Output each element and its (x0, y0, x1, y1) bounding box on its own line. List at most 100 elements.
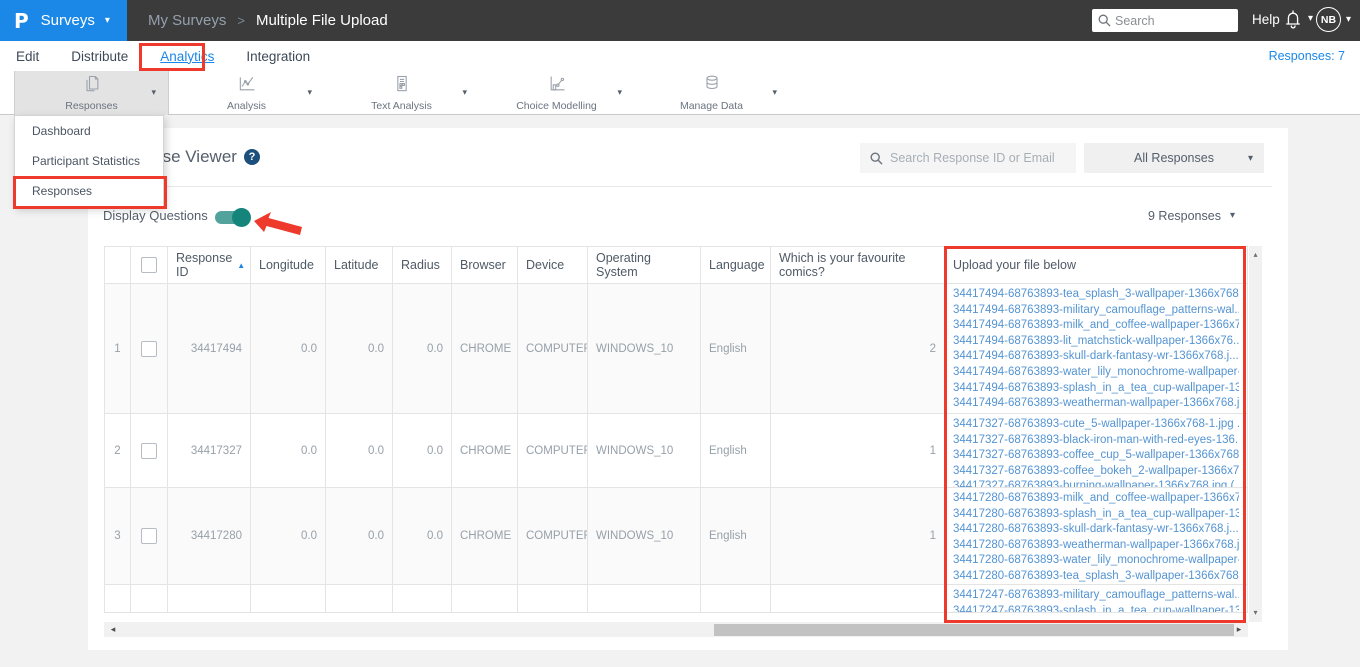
file-link[interactable]: 34417280-68763893-water_lily_monochrome-… (953, 554, 1239, 566)
file-link[interactable]: 34417327-68763893-coffee_cup_5-wallpaper… (953, 449, 1239, 461)
file-link[interactable]: 34417494-68763893-lit_matchstick-wallpap… (953, 335, 1239, 347)
column-header-checkbox[interactable] (131, 247, 168, 283)
chevron-down-icon[interactable] (307, 87, 312, 98)
file-list-item: 34417280-68763893-skull-dark-fantasy-wr-… (953, 522, 1239, 538)
chevron-down-icon (105, 16, 110, 26)
response-search-input[interactable] (890, 151, 1066, 165)
scroll-right-icon[interactable] (1232, 622, 1246, 637)
help-link[interactable]: Help (1252, 12, 1280, 27)
row-checkbox[interactable] (141, 528, 157, 544)
chevron-down-icon[interactable] (617, 87, 622, 98)
file-link[interactable]: 34417494-68763893-weatherman-wallpaper-1… (953, 397, 1239, 409)
horizontal-scrollbar[interactable] (104, 622, 1248, 637)
file-list-item: 34417280-68763893-water_lily_monochrome-… (953, 553, 1239, 569)
help-icon[interactable] (243, 149, 260, 165)
response-search (860, 143, 1076, 173)
file-link[interactable]: 34417494-68763893-splash_in_a_tea_cup-wa… (953, 382, 1239, 394)
file-link[interactable]: 34417247-68763893-military_camouflage_pa… (953, 589, 1239, 601)
nav-tab-integration[interactable]: Integration (246, 49, 310, 64)
toolbar-tab-manage-data[interactable]: Manage Data (634, 71, 789, 115)
column-header-label: Response ID (176, 251, 233, 279)
manage-data-icon (701, 74, 723, 99)
file-link[interactable]: 34417280-68763893-milk_and_coffee-wallpa… (953, 492, 1239, 504)
horizontal-scroll-thumb[interactable] (714, 623, 1234, 636)
toolbar-tab-label: Text Analysis (371, 100, 432, 112)
nav-tab-analytics[interactable]: Analytics (160, 49, 214, 64)
menu-item-dashboard[interactable]: Dashboard (15, 116, 163, 146)
breadcrumb: My Surveys Multiple File Upload (148, 0, 388, 41)
file-list-item: 34417494-68763893-lit_matchstick-wallpap… (953, 334, 1239, 350)
chevron-down-icon (1230, 211, 1235, 221)
cell-latitude: 0.0 (326, 284, 393, 413)
select-all-checkbox[interactable] (141, 257, 157, 273)
column-header-browser: Browser (452, 247, 518, 283)
file-link[interactable]: 34417327-68763893-cute_5-wallpaper-1366x… (953, 418, 1239, 430)
file-list-item: 34417327-68763893-coffee_bokeh_2-wallpap… (953, 464, 1239, 480)
chevron-down-icon[interactable] (772, 87, 777, 98)
toolbar-tab-analysis[interactable]: Analysis (169, 71, 324, 115)
row-checkbox[interactable] (141, 340, 157, 357)
cell-device (518, 585, 588, 612)
column-header-label: Operating System (596, 251, 651, 279)
file-link[interactable]: 34417494-68763893-military_camouflage_pa… (953, 304, 1239, 316)
toolbar-tab-choice-modelling[interactable]: Choice Modelling (479, 71, 634, 115)
file-link[interactable]: 34417280-68763893-skull-dark-fantasy-wr-… (953, 523, 1239, 535)
scroll-down-icon[interactable] (1249, 606, 1262, 620)
questionpro-logo-icon: P (14, 8, 29, 33)
file-link[interactable]: 34417494-68763893-tea_splash_3-wallpaper… (953, 288, 1239, 300)
cell-num: 1 (104, 284, 131, 413)
table-row: 3 34417280 0.0 0.0 0.0 CHROME COMPUTER WINDOWS_… (104, 488, 1248, 585)
survey-nav: Edit Distribute Analytics Integration Respo… (0, 41, 1360, 71)
column-header-comics: Which is your favourite comics? (771, 247, 945, 283)
toolbar-tab-text-analysis[interactable]: Text Analysis (324, 71, 479, 115)
column-header-label: Browser (460, 258, 506, 272)
file-list-item: 34417280-68763893-splash_in_a_tea_cup-wa… (953, 507, 1239, 523)
cell-num (104, 585, 131, 612)
questionpro-analytics-page: P Surveys My Surveys Multiple File Uploa… (0, 0, 1360, 667)
file-list-item: 34417247-68763893-splash_in_a_tea_cup-wa… (953, 604, 1239, 612)
nav-tab-distribute[interactable]: Distribute (71, 49, 128, 64)
file-link[interactable]: 34417280-68763893-splash_in_a_tea_cup-wa… (953, 508, 1239, 520)
account-menu[interactable]: NB (1316, 7, 1351, 32)
file-link[interactable]: 34417494-68763893-milk_and_coffee-wallpa… (953, 319, 1239, 331)
chevron-down-icon[interactable] (462, 87, 467, 98)
file-link[interactable]: 34417280-68763893-tea_splash_3-wallpaper… (953, 570, 1239, 582)
file-link[interactable]: 34417327-68763893-burning-wallpaper-1366… (953, 480, 1239, 487)
vertical-scrollbar[interactable] (1249, 246, 1262, 622)
responses-per-page-dropdown[interactable]: 9 Responses (1148, 209, 1235, 223)
responses-count[interactable]: Responses: 7 (1269, 49, 1345, 63)
column-header-label: Language (709, 258, 765, 272)
text-analysis-icon (391, 74, 413, 99)
menu-item-participant-statistics[interactable]: Participant Statistics (15, 146, 163, 176)
file-link[interactable]: 34417327-68763893-black-iron-man-with-re… (953, 434, 1239, 446)
nav-tabs: Edit Distribute Analytics Integration (16, 41, 310, 71)
file-link[interactable]: 34417494-68763893-skull-dark-fantasy-wr-… (953, 350, 1239, 362)
toolbar-tab-label: Manage Data (679, 100, 744, 112)
file-link[interactable]: 34417494-68763893-water_lily_monochrome-… (953, 366, 1239, 378)
chevron-down-icon[interactable] (151, 87, 156, 98)
display-questions-toggle[interactable] (215, 208, 251, 227)
column-header-response_id[interactable]: Response ID (168, 247, 251, 283)
toolbar-tab-responses[interactable]: Responses (14, 71, 169, 115)
nav-tab-edit[interactable]: Edit (16, 49, 39, 64)
toolbar-tab-label: Responses (65, 100, 118, 112)
file-link[interactable]: 34417327-68763893-coffee_bokeh_2-wallpap… (953, 465, 1239, 477)
global-search-input[interactable] (1115, 13, 1232, 28)
uploaded-files-list: 34417494-68763893-tea_splash_3-wallpaper… (953, 287, 1239, 412)
cell-checkbox (131, 488, 168, 584)
search-icon (870, 152, 883, 165)
row-checkbox[interactable] (141, 442, 157, 459)
notifications-button[interactable] (1283, 8, 1313, 30)
cell-upload: 34417494-68763893-tea_splash_3-wallpaper… (945, 284, 1248, 413)
surveys-app-menu[interactable]: P Surveys (0, 0, 127, 41)
file-link[interactable]: 34417247-68763893-splash_in_a_tea_cup-wa… (953, 605, 1239, 612)
response-filter-dropdown[interactable]: All Responses (1084, 143, 1264, 173)
scroll-up-icon[interactable] (1249, 248, 1262, 262)
breadcrumb-my-surveys[interactable]: My Surveys (148, 12, 226, 29)
file-link[interactable]: 34417280-68763893-weatherman-wallpaper-1… (953, 539, 1239, 551)
scroll-left-icon[interactable] (106, 622, 120, 637)
menu-item-responses[interactable]: Responses (15, 176, 163, 206)
file-list-item: 34417247-68763893-military_camouflage_pa… (953, 588, 1239, 604)
file-list-item: 34417494-68763893-weatherman-wallpaper-1… (953, 396, 1239, 412)
column-header-label: Which is your favourite comics? (779, 251, 906, 279)
